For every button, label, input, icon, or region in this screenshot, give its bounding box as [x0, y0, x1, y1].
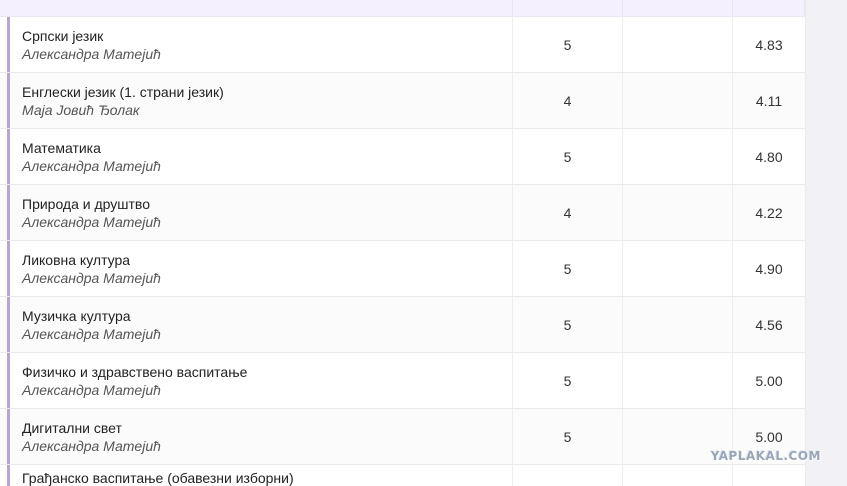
grades-page: Српски језик Александра Матејић 5 4.83 Е… [0, 0, 847, 486]
average-cell: 4.11 [755, 92, 783, 109]
subject-cell: Српски језик Александра Матејић [0, 17, 513, 72]
subject-cell: Математика Александра Матејић [0, 129, 513, 184]
grade-cell: 5 [513, 297, 623, 352]
grade-cell: 5 [513, 409, 623, 464]
header-empty-cell [623, 0, 733, 16]
empty-cell [623, 465, 733, 486]
subject-cell: Музичка култура Александра Матејић [0, 297, 513, 352]
grade-cell: 4 [513, 185, 623, 240]
subject-name: Математика [22, 139, 101, 156]
background-pattern [805, 0, 847, 486]
empty-cell [623, 297, 733, 352]
average-cell: 4.80 [755, 148, 783, 165]
table-row[interactable]: Ликовна култура Александра Матејић 5 4.9… [0, 241, 805, 297]
subject-cell: Грађанско васпитање (обавезни изборни) [0, 465, 513, 486]
grade-cell [513, 465, 623, 486]
teacher-name: Александра Матејић [22, 381, 161, 398]
table-row[interactable]: Природа и друштво Александра Матејић 4 4… [0, 185, 805, 241]
table-row[interactable]: Физичко и здравствено васпитање Александ… [0, 353, 805, 409]
average-cell [733, 465, 805, 486]
teacher-name: Александра Матејић [22, 45, 161, 62]
average-cell: 4.83 [755, 36, 783, 53]
header-grade-cell [513, 0, 623, 16]
grades-table: Српски језик Александра Матејић 5 4.83 Е… [0, 0, 805, 486]
teacher-name: Александра Матејић [22, 325, 161, 342]
teacher-name: Александра Матејић [22, 269, 161, 286]
teacher-name: Александра Матејић [22, 437, 161, 454]
table-row[interactable]: Грађанско васпитање (обавезни изборни) [0, 465, 805, 486]
table-row[interactable]: Математика Александра Матејић 5 4.80 [0, 129, 805, 185]
header-avg-cell [733, 0, 805, 16]
average-cell: 5.00 [755, 372, 783, 389]
table-row[interactable]: Дигитални свет Александра Матејић 5 5.00 [0, 409, 805, 465]
subject-name: Грађанско васпитање (обавезни изборни) [22, 470, 294, 486]
grade-cell: 5 [513, 17, 623, 72]
teacher-name: Александра Матејић [22, 213, 161, 230]
subject-cell: Дигитални свет Александра Матејић [0, 409, 513, 464]
subject-name: Физичко и здравствено васпитање [22, 363, 248, 380]
grade-cell: 5 [513, 241, 623, 296]
header-subject-cell [0, 0, 513, 16]
watermark: YAPLAKAL.COM [710, 449, 821, 463]
table-body: Српски језик Александра Матејић 5 4.83 Е… [0, 17, 805, 486]
subject-name: Дигитални свет [22, 419, 122, 436]
subject-cell: Физичко и здравствено васпитање Александ… [0, 353, 513, 408]
average-cell: 4.22 [755, 204, 783, 221]
subject-name: Музичка култура [22, 307, 131, 324]
subject-name: Ликовна култура [22, 251, 131, 268]
teacher-name: Маја Јовић Ђолак [22, 101, 140, 118]
average-cell: 4.56 [755, 316, 783, 333]
subject-cell: Енглески језик (1. страни језик) Маја Јо… [0, 73, 513, 128]
grade-cell: 5 [513, 353, 623, 408]
subject-cell: Природа и друштво Александра Матејић [0, 185, 513, 240]
empty-cell [623, 129, 733, 184]
table-header [0, 0, 805, 17]
empty-cell [623, 185, 733, 240]
table-row[interactable]: Музичка култура Александра Матејић 5 4.5… [0, 297, 805, 353]
table-row[interactable]: Српски језик Александра Матејић 5 4.83 [0, 17, 805, 73]
empty-cell [623, 73, 733, 128]
table-row[interactable]: Енглески језик (1. страни језик) Маја Јо… [0, 73, 805, 129]
empty-cell [623, 17, 733, 72]
empty-cell [623, 353, 733, 408]
subject-name: Енглески језик (1. страни језик) [22, 83, 224, 100]
subject-cell: Ликовна култура Александра Матејић [0, 241, 513, 296]
grade-cell: 4 [513, 73, 623, 128]
empty-cell [623, 241, 733, 296]
grade-cell: 5 [513, 129, 623, 184]
subject-name: Српски језик [22, 27, 104, 44]
average-cell: 4.90 [755, 260, 783, 277]
subject-name: Природа и друштво [22, 195, 150, 212]
teacher-name: Александра Матејић [22, 157, 161, 174]
